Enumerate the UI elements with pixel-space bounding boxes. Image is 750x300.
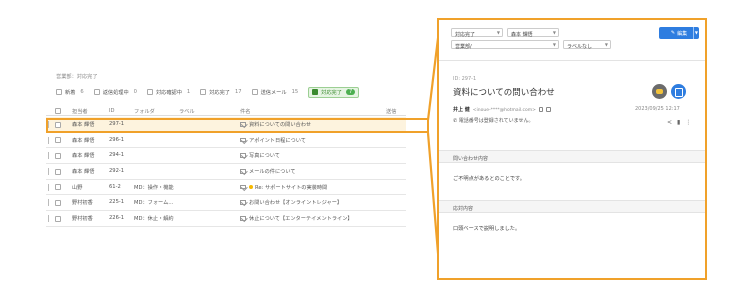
share-icon[interactable]: < [667, 119, 677, 126]
chevron-down-icon: ▼ [496, 30, 500, 35]
contact-card-icon[interactable] [546, 107, 551, 112]
ticket-id: ID: 297-1 [453, 76, 477, 82]
chevron-down-icon[interactable]: ▼ [695, 30, 698, 35]
chevron-down-icon: ▼ [552, 42, 556, 47]
pencil-icon: ✎ [670, 30, 676, 36]
ticket-subject: 資料についての問い合わせ [453, 88, 555, 98]
section-response-header: 応対内容 [439, 200, 705, 213]
chevron-down-icon: ▼ [604, 42, 608, 47]
ticket-detail-panel: 対応完了 ▼ 森本 輝悟 ▼ 営業部/▼ ラベルなし ▼ ✎ 編集 ▼ ID: 297-… [437, 18, 707, 280]
sender-email: <inoue-****@hotmail.com> [472, 108, 536, 113]
message-actions: <▮⋮ [667, 119, 696, 126]
copy-icon[interactable] [538, 107, 544, 112]
more-vertical-icon[interactable]: ⋮ [685, 119, 696, 126]
label-select[interactable]: ラベルなし ▼ [563, 40, 611, 50]
edit-button[interactable]: ✎ 編集 ▼ [659, 27, 699, 39]
phone-note: ✆ 電話番号は登録されていません。 [453, 118, 534, 124]
assignee-select[interactable]: 森本 輝悟 ▼ [507, 28, 559, 38]
status-select[interactable]: 対応完了 ▼ [451, 28, 503, 38]
section-response-body: 口頭ベースで説明しました。 [453, 226, 521, 232]
sender-name: 井上 健 [453, 107, 470, 113]
sender-info: 井上 健 <inoue-****@hotmail.com> [453, 106, 551, 113]
received-date: 2023/09/25 12:17 [635, 106, 680, 112]
chat-icon[interactable] [652, 84, 667, 99]
chevron-down-icon: ▼ [552, 30, 556, 35]
folder-select[interactable]: 営業部/▼ [451, 40, 559, 50]
section-inquiry-header: 問い合わせ内容 [439, 150, 705, 163]
section-inquiry-body: ご不明点があるとのことです。 [453, 176, 525, 182]
task-check-icon[interactable] [671, 84, 686, 99]
